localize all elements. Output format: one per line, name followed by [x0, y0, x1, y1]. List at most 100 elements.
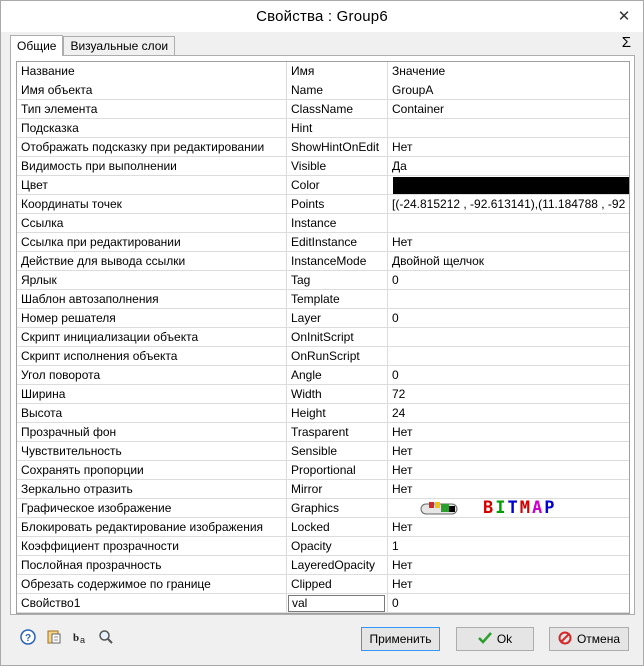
- property-value-cell[interactable]: [(-24.815212 , -92.613141),(11.184788 , …: [388, 195, 629, 214]
- table-row[interactable]: Угол поворота Angle 0: [17, 366, 629, 385]
- property-name-cell: Видимость при выполнении: [17, 157, 287, 176]
- property-value-cell[interactable]: 0: [388, 309, 629, 328]
- property-id-cell: LayeredOpacity: [287, 556, 388, 575]
- table-row[interactable]: Цвет Color: [17, 176, 629, 195]
- table-row[interactable]: Ссылка при редактировании EditInstance Нет: [17, 233, 629, 252]
- table-row[interactable]: Ширина Width 72: [17, 385, 629, 404]
- color-swatch[interactable]: [393, 177, 629, 194]
- property-name-cell: Номер решателя: [17, 309, 287, 328]
- property-value-cell[interactable]: 0: [388, 594, 629, 613]
- table-row[interactable]: Обрезать содержимое по границе Clipped Нет: [17, 575, 629, 594]
- svg-text:a: a: [80, 635, 85, 645]
- ok-button[interactable]: Ok: [456, 627, 534, 651]
- table-row[interactable]: Чувствительность Sensible Нет: [17, 442, 629, 461]
- property-name-cell: Чувствительность: [17, 442, 287, 461]
- table-row[interactable]: Зеркально отразить Mirror Нет: [17, 480, 629, 499]
- table-row[interactable]: Видимость при выполнении Visible Да: [17, 157, 629, 176]
- property-value-cell[interactable]: Нет: [388, 480, 629, 499]
- property-id-cell: ClassName: [287, 100, 388, 119]
- tab-visual-layers[interactable]: Визуальные слои: [63, 36, 176, 55]
- property-value-cell[interactable]: 0: [388, 271, 629, 290]
- property-value-cell[interactable]: 72: [388, 385, 629, 404]
- table-row[interactable]: Тип элемента ClassName Container: [17, 100, 629, 119]
- property-name-cell: Действие для вывода ссылки: [17, 252, 287, 271]
- table-row[interactable]: Имя объекта Name GroupA: [17, 81, 629, 100]
- property-value-cell[interactable]: Да: [388, 157, 629, 176]
- sigma-icon[interactable]: Σ: [622, 34, 631, 51]
- properties-window: Свойства : Group6 ✕ Общие Визуальные сло…: [0, 0, 644, 666]
- property-value-cell[interactable]: [388, 347, 629, 366]
- property-value-cell[interactable]: GroupA: [388, 81, 629, 100]
- property-id-cell: Sensible: [287, 442, 388, 461]
- tab-general[interactable]: Общие: [10, 35, 64, 56]
- table-row[interactable]: Высота Height 24: [17, 404, 629, 423]
- close-icon[interactable]: ✕: [615, 7, 633, 25]
- property-value-cell[interactable]: [388, 290, 629, 309]
- property-id-cell: Template: [287, 290, 388, 309]
- property-value-cell[interactable]: Container: [388, 100, 629, 119]
- search-icon[interactable]: [98, 629, 114, 645]
- property-value-cell[interactable]: Нет: [388, 233, 629, 252]
- table-row[interactable]: Свойство1 val 0: [17, 594, 629, 613]
- property-id-cell: Opacity: [287, 537, 388, 556]
- property-value-cell[interactable]: 1: [388, 537, 629, 556]
- column-header-name[interactable]: Название: [17, 62, 287, 81]
- table-row[interactable]: Шаблон автозаполнения Template: [17, 290, 629, 309]
- cancel-button[interactable]: Отмена: [549, 627, 629, 651]
- property-name-cell: Блокировать редактирование изображения: [17, 518, 287, 537]
- property-name-cell: Свойство1: [17, 594, 287, 613]
- property-id-cell: Height: [287, 404, 388, 423]
- table-row[interactable]: Блокировать редактирование изображения Lo…: [17, 518, 629, 537]
- property-id-cell: Clipped: [287, 575, 388, 594]
- property-value-cell[interactable]: [388, 214, 629, 233]
- property-id-cell: InstanceMode: [287, 252, 388, 271]
- property-name-cell: Ярлык: [17, 271, 287, 290]
- table-row[interactable]: Подсказка Hint: [17, 119, 629, 138]
- font-icon[interactable]: ba: [72, 629, 88, 645]
- table-row[interactable]: Коэффициент прозрачности Opacity 1: [17, 537, 629, 556]
- property-id-cell: Locked: [287, 518, 388, 537]
- table-row[interactable]: Прозрачный фон Trasparent Нет: [17, 423, 629, 442]
- property-value-cell[interactable]: Нет: [388, 518, 629, 537]
- table-row[interactable]: Действие для вывода ссылки InstanceMode Дв…: [17, 252, 629, 271]
- table-row[interactable]: Скрипт исполнения объекта OnRunScript: [17, 347, 629, 366]
- properties-icon[interactable]: [46, 629, 62, 645]
- property-value-cell[interactable]: Нет: [388, 442, 629, 461]
- table-row[interactable]: Отображать подсказку при редактировании S…: [17, 138, 629, 157]
- table-row[interactable]: Координаты точек Points [(-24.815212 , -92…: [17, 195, 629, 214]
- property-id-editor[interactable]: val: [288, 595, 385, 612]
- property-value-cell[interactable]: Двойной щелчок: [388, 252, 629, 271]
- table-row[interactable]: Ссылка Instance: [17, 214, 629, 233]
- property-value-cell[interactable]: 0: [388, 366, 629, 385]
- table-row[interactable]: Номер решателя Layer 0: [17, 309, 629, 328]
- property-id-cell: OnRunScript: [287, 347, 388, 366]
- table-row[interactable]: Графическое изображение Graphics BITMAP: [17, 499, 629, 518]
- property-value-cell[interactable]: Нет: [388, 556, 629, 575]
- property-id-cell: Hint: [287, 119, 388, 138]
- property-value-cell[interactable]: Нет: [388, 461, 629, 480]
- property-name-cell: Скрипт инициализации объекта: [17, 328, 287, 347]
- table-row[interactable]: Ярлык Tag 0: [17, 271, 629, 290]
- property-value-cell[interactable]: [388, 119, 629, 138]
- table-row[interactable]: Сохранять пропорции Proportional Нет: [17, 461, 629, 480]
- property-grid: Название Имя Значение Имя объекта Name Gro…: [16, 61, 630, 614]
- property-value-cell[interactable]: Нет: [388, 138, 629, 157]
- property-value-cell[interactable]: 24: [388, 404, 629, 423]
- svg-text:b: b: [73, 632, 79, 644]
- property-name-cell: Ссылка при редактировании: [17, 233, 287, 252]
- property-value-cell[interactable]: [388, 328, 629, 347]
- table-row[interactable]: Послойная прозрачность LayeredOpacity Нет: [17, 556, 629, 575]
- help-icon[interactable]: ?: [20, 629, 36, 645]
- property-id-cell: Visible: [287, 157, 388, 176]
- column-header-value[interactable]: Значение: [388, 62, 629, 81]
- property-name-cell: Высота: [17, 404, 287, 423]
- property-id-cell: Trasparent: [287, 423, 388, 442]
- column-header-id[interactable]: Имя: [287, 62, 388, 81]
- property-value-cell[interactable]: Нет: [388, 575, 629, 594]
- property-id-cell: Proportional: [287, 461, 388, 480]
- apply-button[interactable]: Применить: [361, 627, 440, 651]
- property-name-cell: Тип элемента: [17, 100, 287, 119]
- table-row[interactable]: Скрипт инициализации объекта OnInitScript: [17, 328, 629, 347]
- property-value-cell[interactable]: Нет: [388, 423, 629, 442]
- property-name-cell: Прозрачный фон: [17, 423, 287, 442]
